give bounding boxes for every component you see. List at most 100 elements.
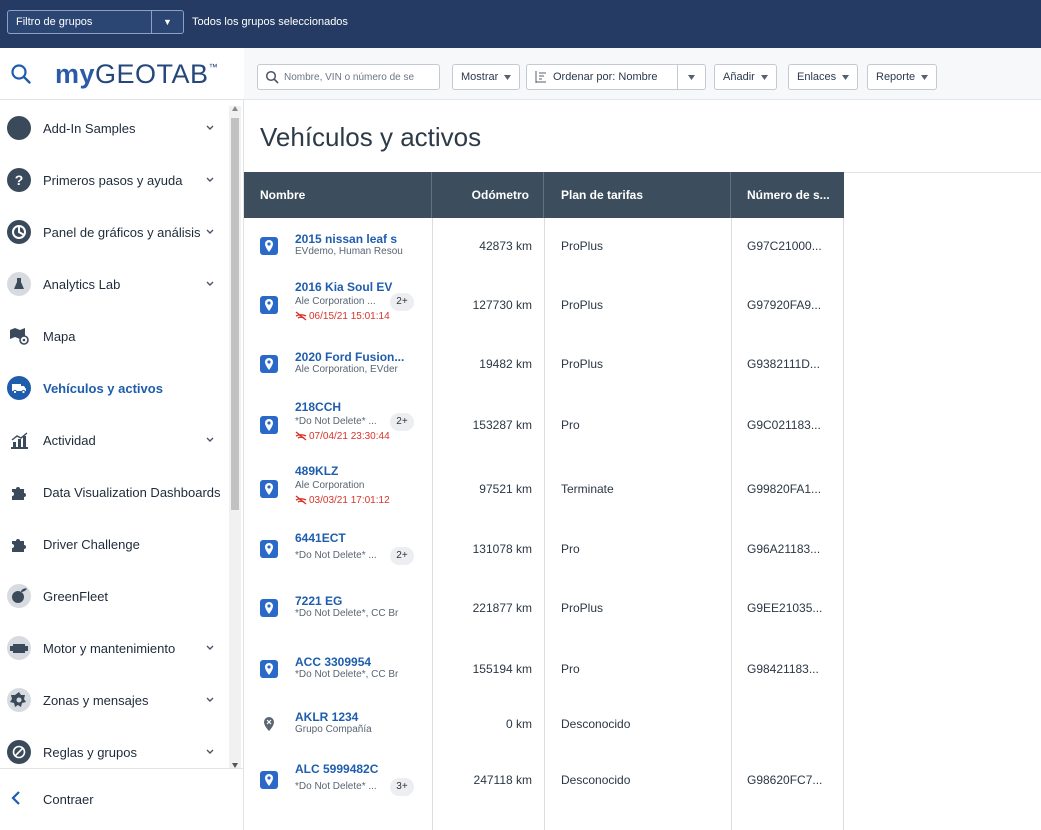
rate-plan-value: ProPlus	[561, 601, 604, 615]
location-pin-icon[interactable]	[260, 415, 278, 434]
sidebar-item-driver-challenge[interactable]: Driver Challenge	[0, 518, 228, 570]
table-row[interactable]: 2020 Ford Fusion... Ale Corporation, EVde…	[244, 336, 844, 391]
rate-plan-value: Terminate	[561, 481, 614, 496]
sidebar-item-label: Zonas y mensajes	[43, 692, 149, 708]
sidebar-scrollbar[interactable]	[229, 106, 241, 768]
serial-number-value: G98421183...	[747, 661, 819, 676]
table-row[interactable]: 6441ECT *Do Not Delete* ... 2+ 131078 km Pro…	[244, 519, 844, 578]
greenfleet-icon	[7, 584, 31, 608]
mygeotab-logo[interactable]: myGEOTAB™	[55, 59, 218, 90]
sidebar-item-rules-groups[interactable]: Reglas y grupos	[0, 726, 228, 768]
vehicle-name-link[interactable]: 2020 Ford Fusion...	[295, 350, 421, 364]
table-row[interactable]: ALC 5999482C *Do Not Delete* ... 3+ 247118 …	[244, 749, 844, 810]
chevron-down-icon[interactable]	[206, 645, 214, 651]
sidebar-item-label: Vehículos y activos	[43, 380, 163, 396]
table-row[interactable]: 7221 EG *Do Not Delete*, CC Br 221877 km Pr…	[244, 578, 844, 638]
chevron-down-icon[interactable]	[206, 697, 214, 703]
sidebar-item-dashboard[interactable]: Panel de gráficos y análisis	[0, 206, 228, 258]
vehicle-groups: *Do Not Delete*, CC Br	[295, 668, 399, 680]
chevron-down-icon[interactable]	[206, 749, 214, 755]
chevron-down-icon[interactable]	[206, 177, 214, 183]
sidebar-item-getting-started[interactable]: ? Primeros pasos y ayuda	[0, 154, 228, 206]
chevron-down-icon[interactable]	[206, 281, 214, 287]
search-icon[interactable]	[10, 63, 32, 85]
table-row[interactable]: 218CCH *Do Not Delete* ... 2+ 07/04/21 23:3…	[244, 391, 844, 458]
vehicle-groups: *Do Not Delete* ...	[295, 549, 377, 561]
chevron-down-icon[interactable]	[206, 125, 214, 131]
collapse-label: Contraer	[43, 792, 94, 807]
sidebar-item-map[interactable]: Mapa	[0, 310, 228, 362]
chevron-down-icon[interactable]: ▼	[151, 11, 183, 33]
odometer-value: 153287 km	[472, 417, 532, 432]
groups-count-badge[interactable]: 2+	[390, 412, 414, 431]
caret-down-icon[interactable]	[688, 75, 695, 80]
search-icon	[265, 70, 279, 84]
sidebar-item-greenfleet[interactable]: GreenFleet	[0, 570, 228, 622]
search-box[interactable]	[257, 64, 440, 90]
location-pin-icon[interactable]	[260, 770, 278, 789]
column-header-name[interactable]: Nombre	[244, 172, 432, 218]
groups-count-badge[interactable]: 2+	[390, 546, 414, 565]
column-header-rate-plan[interactable]: Plan de tarifas	[544, 172, 731, 218]
vehicle-groups: Ale Corporation ...	[295, 295, 376, 307]
odometer-value: 155194 km	[472, 661, 532, 676]
group-filter-dropdown[interactable]: Filtro de grupos ▼	[7, 10, 184, 34]
links-button[interactable]: Enlaces	[788, 64, 859, 90]
collapse-button[interactable]: Contraer	[0, 768, 243, 830]
sidebar-item-add-in-samples[interactable]: Add-In Samples	[0, 102, 228, 154]
table-row[interactable]: ACC 3309954 *Do Not Delete*, CC Br 155194 …	[244, 638, 844, 699]
location-pin-icon[interactable]	[260, 354, 278, 373]
vehicle-name-link[interactable]: 2015 nissan leaf s	[295, 232, 421, 246]
scrollbar-thumb[interactable]	[231, 118, 239, 510]
toolbar: Mostrar Ordenar por: Nombre Añadir Enlac…	[244, 48, 1041, 100]
search-input[interactable]	[284, 68, 438, 86]
column-header-odometer[interactable]: Odómetro	[432, 172, 544, 218]
table-row[interactable]: AKLR 1234 Grupo Compañía 0 km Desconocido	[244, 699, 844, 749]
location-pin-icon[interactable]	[260, 479, 278, 498]
sidebar-item-data-visualization[interactable]: Data Visualization Dashboards	[0, 466, 228, 518]
groups-count-badge[interactable]: 2+	[390, 292, 414, 311]
chevron-down-icon[interactable]	[206, 229, 214, 235]
location-pin-icon[interactable]	[260, 295, 278, 314]
vehicle-name-link[interactable]: ACC 3309954	[295, 655, 421, 669]
groups-count-badge[interactable]: 3+	[390, 777, 414, 796]
sidebar-item-zones-messages[interactable]: Zonas y mensajes	[0, 674, 228, 726]
show-button[interactable]: Mostrar	[452, 64, 521, 90]
scroll-up-icon[interactable]	[232, 106, 238, 111]
table-row[interactable]: 489KLZ Ale Corporation 03/03/21 17:01:12 97…	[244, 458, 844, 519]
vehicle-groups: Grupo Compañía	[295, 724, 372, 735]
no-device-pin-icon[interactable]	[260, 715, 278, 733]
vehicle-name-link[interactable]: 218CCH	[295, 400, 421, 414]
vehicle-name-link[interactable]: AKLR 1234	[295, 710, 421, 724]
sidebar-item-engine-maintenance[interactable]: Motor y mantenimiento	[0, 622, 228, 674]
sidebar-item-analytics-lab[interactable]: Analytics Lab	[0, 258, 228, 310]
odometer-value: 97521 km	[479, 481, 532, 496]
bar-chart-icon	[7, 428, 31, 452]
vehicle-name-link[interactable]: 489KLZ	[295, 464, 421, 478]
sort-button[interactable]: Ordenar por: Nombre	[526, 64, 706, 90]
sidebar-item-activity[interactable]: Actividad	[0, 414, 228, 466]
table-row[interactable]: 2016 Kia Soul EV Ale Corporation ... 2+ 06/…	[244, 273, 844, 336]
page-title: Vehículos y activos	[260, 122, 482, 152]
table-row[interactable]: 2015 nissan leaf s EVdemo, Human Resou 428…	[244, 218, 844, 273]
caret-down-icon	[760, 74, 768, 80]
location-pin-icon[interactable]	[260, 539, 278, 558]
chevron-down-icon[interactable]	[206, 437, 214, 443]
sidebar-item-vehicles[interactable]: Vehículos y activos	[0, 362, 228, 414]
vehicle-name-link[interactable]: 6441ECT	[295, 531, 421, 545]
report-button[interactable]: Reporte	[867, 64, 938, 90]
location-pin-icon[interactable]	[260, 599, 278, 617]
location-pin-icon[interactable]	[260, 236, 278, 255]
add-button[interactable]: Añadir	[714, 64, 777, 90]
column-header-serial[interactable]: Número de s...	[731, 172, 844, 218]
rate-plan-value: ProPlus	[561, 297, 604, 312]
vehicle-name-link[interactable]: 2016 Kia Soul EV	[295, 280, 421, 294]
vehicle-name-link[interactable]: ALC 5999482C	[295, 762, 421, 776]
no-signal-icon	[295, 430, 309, 442]
vehicle-groups: EVdemo, Human Resou	[295, 245, 403, 257]
location-pin-icon[interactable]	[260, 659, 278, 678]
puzzle-icon	[7, 532, 31, 556]
last-communication: 06/15/21 15:01:14	[295, 311, 390, 322]
rate-plan-value: ProPlus	[561, 238, 604, 253]
vehicle-name-link[interactable]: 7221 EG	[295, 594, 421, 608]
